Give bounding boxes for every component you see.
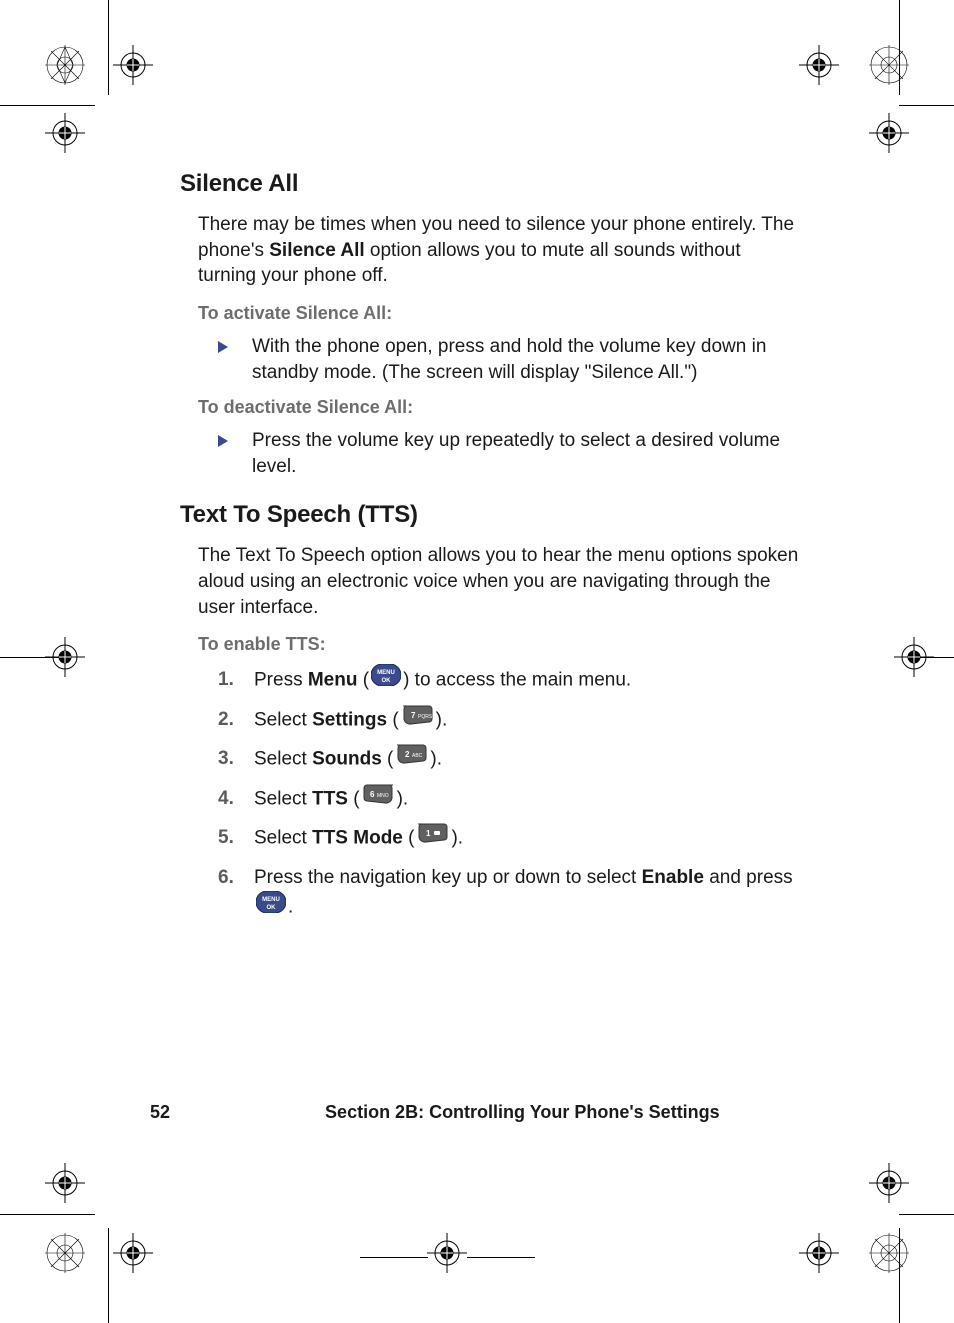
registration-mark <box>869 1233 909 1278</box>
registration-mark <box>113 45 153 90</box>
heading-tts: Text To Speech (TTS) <box>180 501 800 529</box>
registration-mark <box>427 1233 467 1278</box>
crop-mark <box>108 0 109 95</box>
text-bold: TTS Mode <box>312 828 403 849</box>
step-4: Select TTS (6MNO). <box>218 784 800 815</box>
step-5: Select TTS Mode (1). <box>218 823 800 854</box>
text: Select <box>254 749 312 770</box>
registration-mark <box>869 1163 909 1208</box>
text: and press <box>704 867 793 888</box>
footer-section-title: Section 2B: Controlling Your Phone's Set… <box>325 1102 720 1122</box>
key-1-icon: 1 <box>416 822 449 853</box>
registration-mark <box>799 45 839 90</box>
registration-mark <box>45 1163 85 1208</box>
subhead-activate: To activate Silence All: <box>198 303 800 324</box>
text: ). <box>436 710 448 731</box>
svg-text:PQRS: PQRS <box>418 714 433 720</box>
text: ). <box>451 828 463 849</box>
menu-ok-key-icon <box>256 891 286 922</box>
crop-mark <box>108 1228 109 1323</box>
key-2-icon: 2ABC <box>395 743 428 774</box>
text: ( <box>357 670 369 691</box>
step-1: Press Menu () to access the main menu. <box>218 665 800 696</box>
heading-silence-all: Silence All <box>180 170 800 198</box>
text-bold: Menu <box>308 670 358 691</box>
registration-mark <box>869 113 909 158</box>
text: ). <box>397 788 409 809</box>
text-bold: Enable <box>642 867 704 888</box>
text: ( <box>387 710 399 731</box>
svg-text:2: 2 <box>405 750 410 759</box>
crop-mark <box>0 1214 95 1215</box>
subhead-enable-tts: To enable TTS: <box>198 634 800 655</box>
registration-mark <box>799 1233 839 1278</box>
svg-text:ABC: ABC <box>412 753 423 759</box>
registration-mark <box>45 113 85 158</box>
text: Select <box>254 710 312 731</box>
text: ( <box>348 788 360 809</box>
crop-mark <box>0 105 95 106</box>
text: Select <box>254 828 312 849</box>
step-2: Select Settings (7PQRS). <box>218 705 800 736</box>
text: Press the navigation key up or down to s… <box>254 867 642 888</box>
text: . <box>288 897 293 918</box>
registration-mark <box>45 45 85 90</box>
text-bold: Settings <box>312 710 387 731</box>
crop-mark <box>467 1257 535 1258</box>
text-bold: Sounds <box>312 749 382 770</box>
text: to access the main menu. <box>409 670 631 691</box>
registration-mark <box>45 1233 85 1278</box>
silence-intro: There may be times when you need to sile… <box>198 212 800 289</box>
bullet-activate: With the phone open, press and hold the … <box>218 334 800 385</box>
registration-mark <box>113 1233 153 1278</box>
text: ( <box>403 828 415 849</box>
svg-text:7: 7 <box>411 711 416 720</box>
page-footer: 52 Section 2B: Controlling Your Phone's … <box>150 1102 820 1123</box>
menu-ok-key-icon <box>371 664 401 695</box>
text: ( <box>382 749 394 770</box>
bullet-text: Press the volume key up repeatedly to se… <box>252 428 800 479</box>
bullet-text: With the phone open, press and hold the … <box>252 334 800 385</box>
subhead-deactivate: To deactivate Silence All: <box>198 397 800 418</box>
triangle-bullet-icon <box>218 340 230 358</box>
registration-mark <box>894 637 934 682</box>
page-number: 52 <box>150 1102 170 1122</box>
text-bold: TTS <box>312 788 348 809</box>
crop-mark <box>899 1214 954 1215</box>
svg-text:MNO: MNO <box>377 793 389 799</box>
key-7-icon: 7PQRS <box>401 704 434 735</box>
step-6: Press the navigation key up or down to s… <box>218 863 800 924</box>
text-bold: Silence All <box>269 240 364 261</box>
bullet-deactivate: Press the volume key up repeatedly to se… <box>218 428 800 479</box>
text: ). <box>430 749 442 770</box>
svg-text:6: 6 <box>370 790 375 799</box>
crop-mark <box>360 1257 428 1258</box>
triangle-bullet-icon <box>218 434 230 452</box>
tts-steps: Press Menu () to access the main menu. S… <box>218 665 800 923</box>
text: Press <box>254 670 308 691</box>
tts-intro: The Text To Speech option allows you to … <box>198 543 800 620</box>
step-3: Select Sounds (2ABC). <box>218 744 800 775</box>
svg-text:1: 1 <box>426 829 431 838</box>
crop-mark <box>899 105 954 106</box>
registration-mark <box>45 637 85 682</box>
registration-mark <box>869 45 909 90</box>
text: Select <box>254 788 312 809</box>
key-6-icon: 6MNO <box>362 783 395 814</box>
